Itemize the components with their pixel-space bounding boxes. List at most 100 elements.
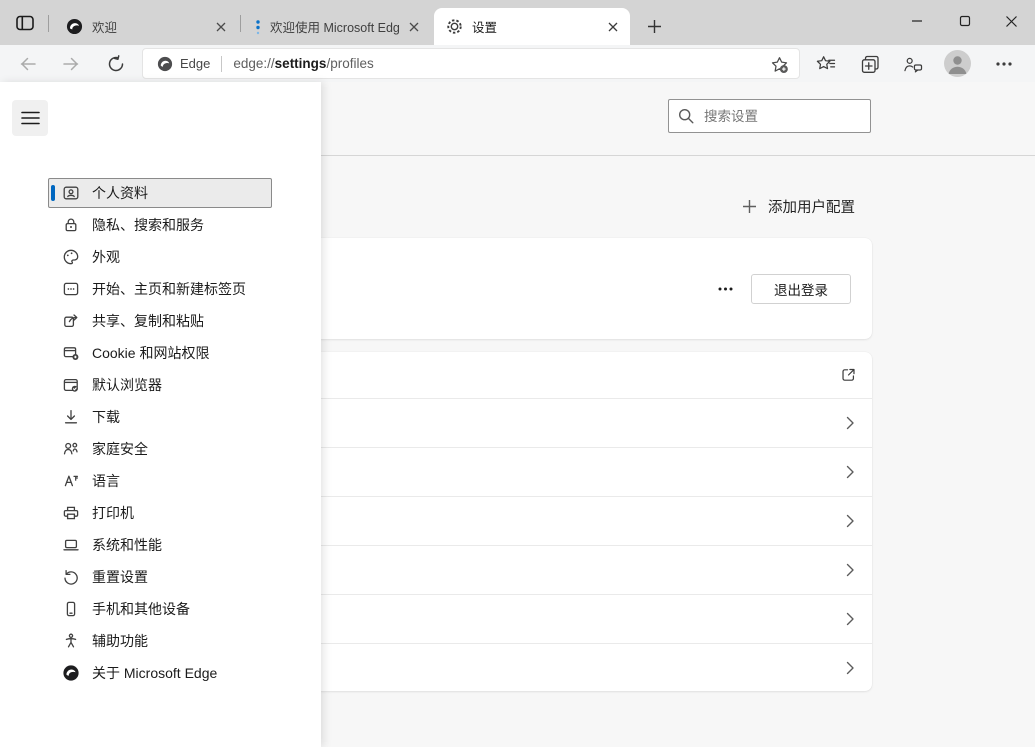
- window-minimize-button[interactable]: [895, 0, 939, 42]
- chevron-right-icon: [843, 612, 857, 626]
- add-profile-label: 添加用户配置: [768, 196, 855, 217]
- edge-logo-icon: [157, 56, 173, 72]
- back-arrow-icon: [19, 56, 37, 72]
- tab-actions-menu-button[interactable]: [13, 12, 37, 34]
- refresh-button[interactable]: [103, 52, 129, 76]
- settings-menu-button[interactable]: [990, 51, 1018, 77]
- sidebar-item-start-home-newtab[interactable]: 开始、主页和新建标签页: [0, 274, 321, 304]
- edge-logo-icon: [62, 664, 80, 682]
- settings-page: 添加用户配置 退出登录: [0, 82, 1035, 747]
- add-profile-button[interactable]: 添加用户配置: [742, 194, 855, 218]
- sidebar-item-label: 重置设置: [92, 567, 148, 587]
- new-tab-button[interactable]: [641, 14, 667, 38]
- settings-sidebar: 设置 个人资料 隐私、搜索和服务 外观: [0, 82, 321, 747]
- sidebar-item-printers[interactable]: 打印机: [0, 498, 321, 528]
- sign-out-button[interactable]: 退出登录: [751, 274, 851, 304]
- selected-indicator: [51, 185, 55, 201]
- sidebar-item-default-browser[interactable]: 默认浏览器: [0, 370, 321, 400]
- refresh-icon: [107, 55, 125, 73]
- tab-actions-icon: [16, 15, 34, 31]
- sidebar-item-accessibility[interactable]: 辅助功能: [0, 626, 321, 656]
- tab-close-icon[interactable]: [406, 19, 422, 35]
- sidebar-item-reset-settings[interactable]: 重置设置: [0, 562, 321, 592]
- sidebar-item-label: 系统和性能: [92, 535, 162, 555]
- minimize-icon: [911, 15, 923, 27]
- back-button[interactable]: [15, 52, 41, 76]
- settings-search-box[interactable]: [668, 99, 871, 133]
- share-icon: [62, 312, 80, 330]
- collections-icon: [861, 55, 880, 74]
- omnibox-divider: [221, 56, 222, 72]
- tab-close-icon[interactable]: [605, 19, 621, 35]
- chevron-right-icon: [843, 563, 857, 577]
- avatar-person-icon: [944, 50, 971, 77]
- tab-separator: [48, 15, 49, 32]
- lock-icon: [62, 216, 80, 234]
- sidebar-toggle-button[interactable]: [12, 100, 48, 136]
- browser-essentials-button[interactable]: [899, 51, 927, 77]
- sidebar-item-label: 共享、复制和粘贴: [92, 311, 204, 331]
- settings-search-input[interactable]: [704, 109, 861, 124]
- window-close-button[interactable]: [989, 0, 1033, 42]
- browser-window: 欢迎 欢迎使用 Microsoft Edg 设置: [0, 0, 1035, 747]
- forward-button[interactable]: [58, 52, 84, 76]
- address-bar[interactable]: Edge edge://settings/profiles: [142, 48, 800, 79]
- sidebar-item-label: 开始、主页和新建标签页: [92, 279, 246, 299]
- sidebar-item-appearance[interactable]: 外观: [0, 242, 321, 272]
- sidebar-item-share-copy-paste[interactable]: 共享、复制和粘贴: [0, 306, 321, 336]
- tab-close-icon[interactable]: [213, 19, 229, 35]
- family-icon: [62, 440, 80, 458]
- favorites-button[interactable]: [812, 51, 840, 77]
- palette-icon: [62, 248, 80, 266]
- profile-avatar[interactable]: [944, 50, 971, 77]
- sidebar-item-cookies-permissions[interactable]: Cookie 和网站权限: [0, 338, 321, 368]
- browser-check-icon: [62, 376, 80, 394]
- sidebar-item-about-edge[interactable]: 关于 Microsoft Edge: [0, 658, 321, 688]
- phone-icon: [62, 600, 80, 618]
- sidebar-item-downloads[interactable]: 下载: [0, 402, 321, 432]
- star-list-icon: [816, 55, 836, 73]
- plus-icon: [647, 19, 662, 34]
- forward-arrow-icon: [62, 56, 80, 72]
- sidebar-item-label: 语言: [92, 471, 120, 491]
- ellipsis-icon: [718, 287, 733, 291]
- star-add-icon: [770, 56, 789, 74]
- sidebar-item-privacy[interactable]: 隐私、搜索和服务: [0, 210, 321, 240]
- download-icon: [62, 408, 80, 426]
- sidebar-item-label: 默认浏览器: [92, 375, 162, 395]
- printer-icon: [62, 504, 80, 522]
- tab-strip: 欢迎 欢迎使用 Microsoft Edg 设置: [0, 0, 1035, 45]
- window-maximize-button[interactable]: [943, 0, 987, 42]
- sidebar-item-profiles[interactable]: 个人资料: [0, 178, 321, 208]
- sidebar-item-label: 辅助功能: [92, 631, 148, 651]
- tab-welcome-to-edge[interactable]: 欢迎使用 Microsoft Edg: [243, 8, 431, 45]
- site-badge[interactable]: Edge: [157, 56, 210, 72]
- plus-icon: [742, 199, 757, 214]
- sidebar-item-label: 隐私、搜索和服务: [92, 215, 204, 235]
- gear-icon: [446, 18, 463, 35]
- hamburger-icon: [21, 111, 40, 125]
- sidebar-item-system-performance[interactable]: 系统和性能: [0, 530, 321, 560]
- laptop-icon: [62, 536, 80, 554]
- reset-icon: [62, 568, 80, 586]
- ellipsis-icon: [996, 62, 1012, 66]
- add-favorite-button[interactable]: [768, 54, 790, 75]
- collections-button[interactable]: [856, 51, 884, 77]
- new-tab-page-icon: [62, 280, 80, 298]
- sidebar-item-label: 手机和其他设备: [92, 599, 190, 619]
- maximize-icon: [959, 15, 971, 27]
- sidebar-item-phone-devices[interactable]: 手机和其他设备: [0, 594, 321, 624]
- sidebar-item-label: 个人资料: [92, 183, 148, 203]
- chevron-right-icon: [843, 514, 857, 528]
- sidebar-item-label: Cookie 和网站权限: [92, 343, 209, 363]
- tab-separator: [240, 15, 241, 32]
- tab-welcome[interactable]: 欢迎: [54, 8, 238, 45]
- close-icon: [1005, 15, 1018, 28]
- tab-settings-active[interactable]: 设置: [434, 8, 630, 45]
- sidebar-item-languages[interactable]: 语言: [0, 466, 321, 496]
- more-options-button[interactable]: [712, 276, 738, 302]
- sidebar-item-family-safety[interactable]: 家庭安全: [0, 434, 321, 464]
- languages-icon: [62, 472, 80, 490]
- open-new-window-icon[interactable]: [840, 367, 857, 384]
- navigation-toolbar: Edge edge://settings/profiles: [0, 45, 1035, 82]
